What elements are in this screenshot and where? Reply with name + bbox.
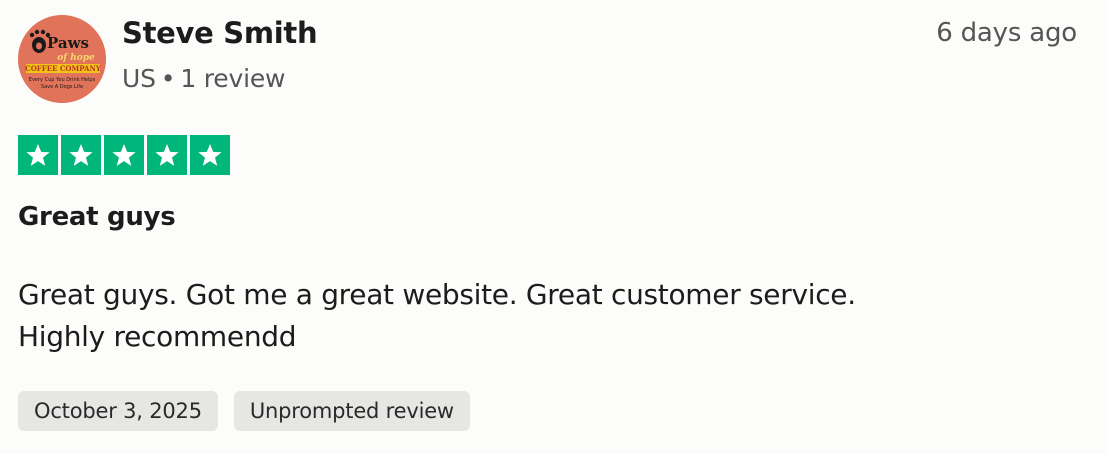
avatar[interactable]: Paws of hope COFFEE COMPANY Every Cup Yo… xyxy=(18,15,106,103)
logo-company-text: COFFEE COMPANY xyxy=(25,64,102,73)
review-body-line: Highly recommendd xyxy=(18,320,297,353)
star-icon xyxy=(155,143,179,166)
star-box xyxy=(18,135,58,175)
logo-tagline-1: Every Cup You Drink Helps xyxy=(29,77,96,83)
star-box xyxy=(190,135,230,175)
review-timestamp: 6 days ago xyxy=(936,18,1077,48)
star-box xyxy=(147,135,187,175)
review-date-tag: October 3, 2025 xyxy=(18,391,218,431)
reviewer-name[interactable]: Steve Smith xyxy=(122,16,318,50)
star-icon xyxy=(26,143,50,166)
review-card: Paws of hope COFFEE COMPANY Every Cup Yo… xyxy=(0,0,1108,454)
review-tags: October 3, 2025 Unprompted review xyxy=(18,391,470,431)
star-box xyxy=(61,135,101,175)
reviewer-review-count: 1 review xyxy=(180,64,286,93)
star-icon xyxy=(198,143,222,166)
paws-of-hope-logo: Paws of hope COFFEE COMPANY Every Cup Yo… xyxy=(18,15,106,103)
review-body: Great guys. Got me a great website. Grea… xyxy=(18,274,1018,358)
reviewer-country: US xyxy=(122,64,156,93)
meta-separator: • xyxy=(160,64,176,93)
star-rating xyxy=(18,135,230,175)
star-icon xyxy=(69,143,93,166)
logo-main-text: Paws xyxy=(47,34,89,52)
review-type-tag[interactable]: Unprompted review xyxy=(233,391,470,431)
logo-tagline-2: Save A Dogs Life xyxy=(41,84,83,90)
review-body-line: Great guys. Got me a great website. Grea… xyxy=(18,278,856,311)
reviewer-meta: US • 1 review xyxy=(122,64,285,93)
review-title: Great guys xyxy=(18,202,176,232)
logo-sub-text: of hope xyxy=(57,53,95,63)
star-box xyxy=(104,135,144,175)
star-icon xyxy=(112,143,136,166)
